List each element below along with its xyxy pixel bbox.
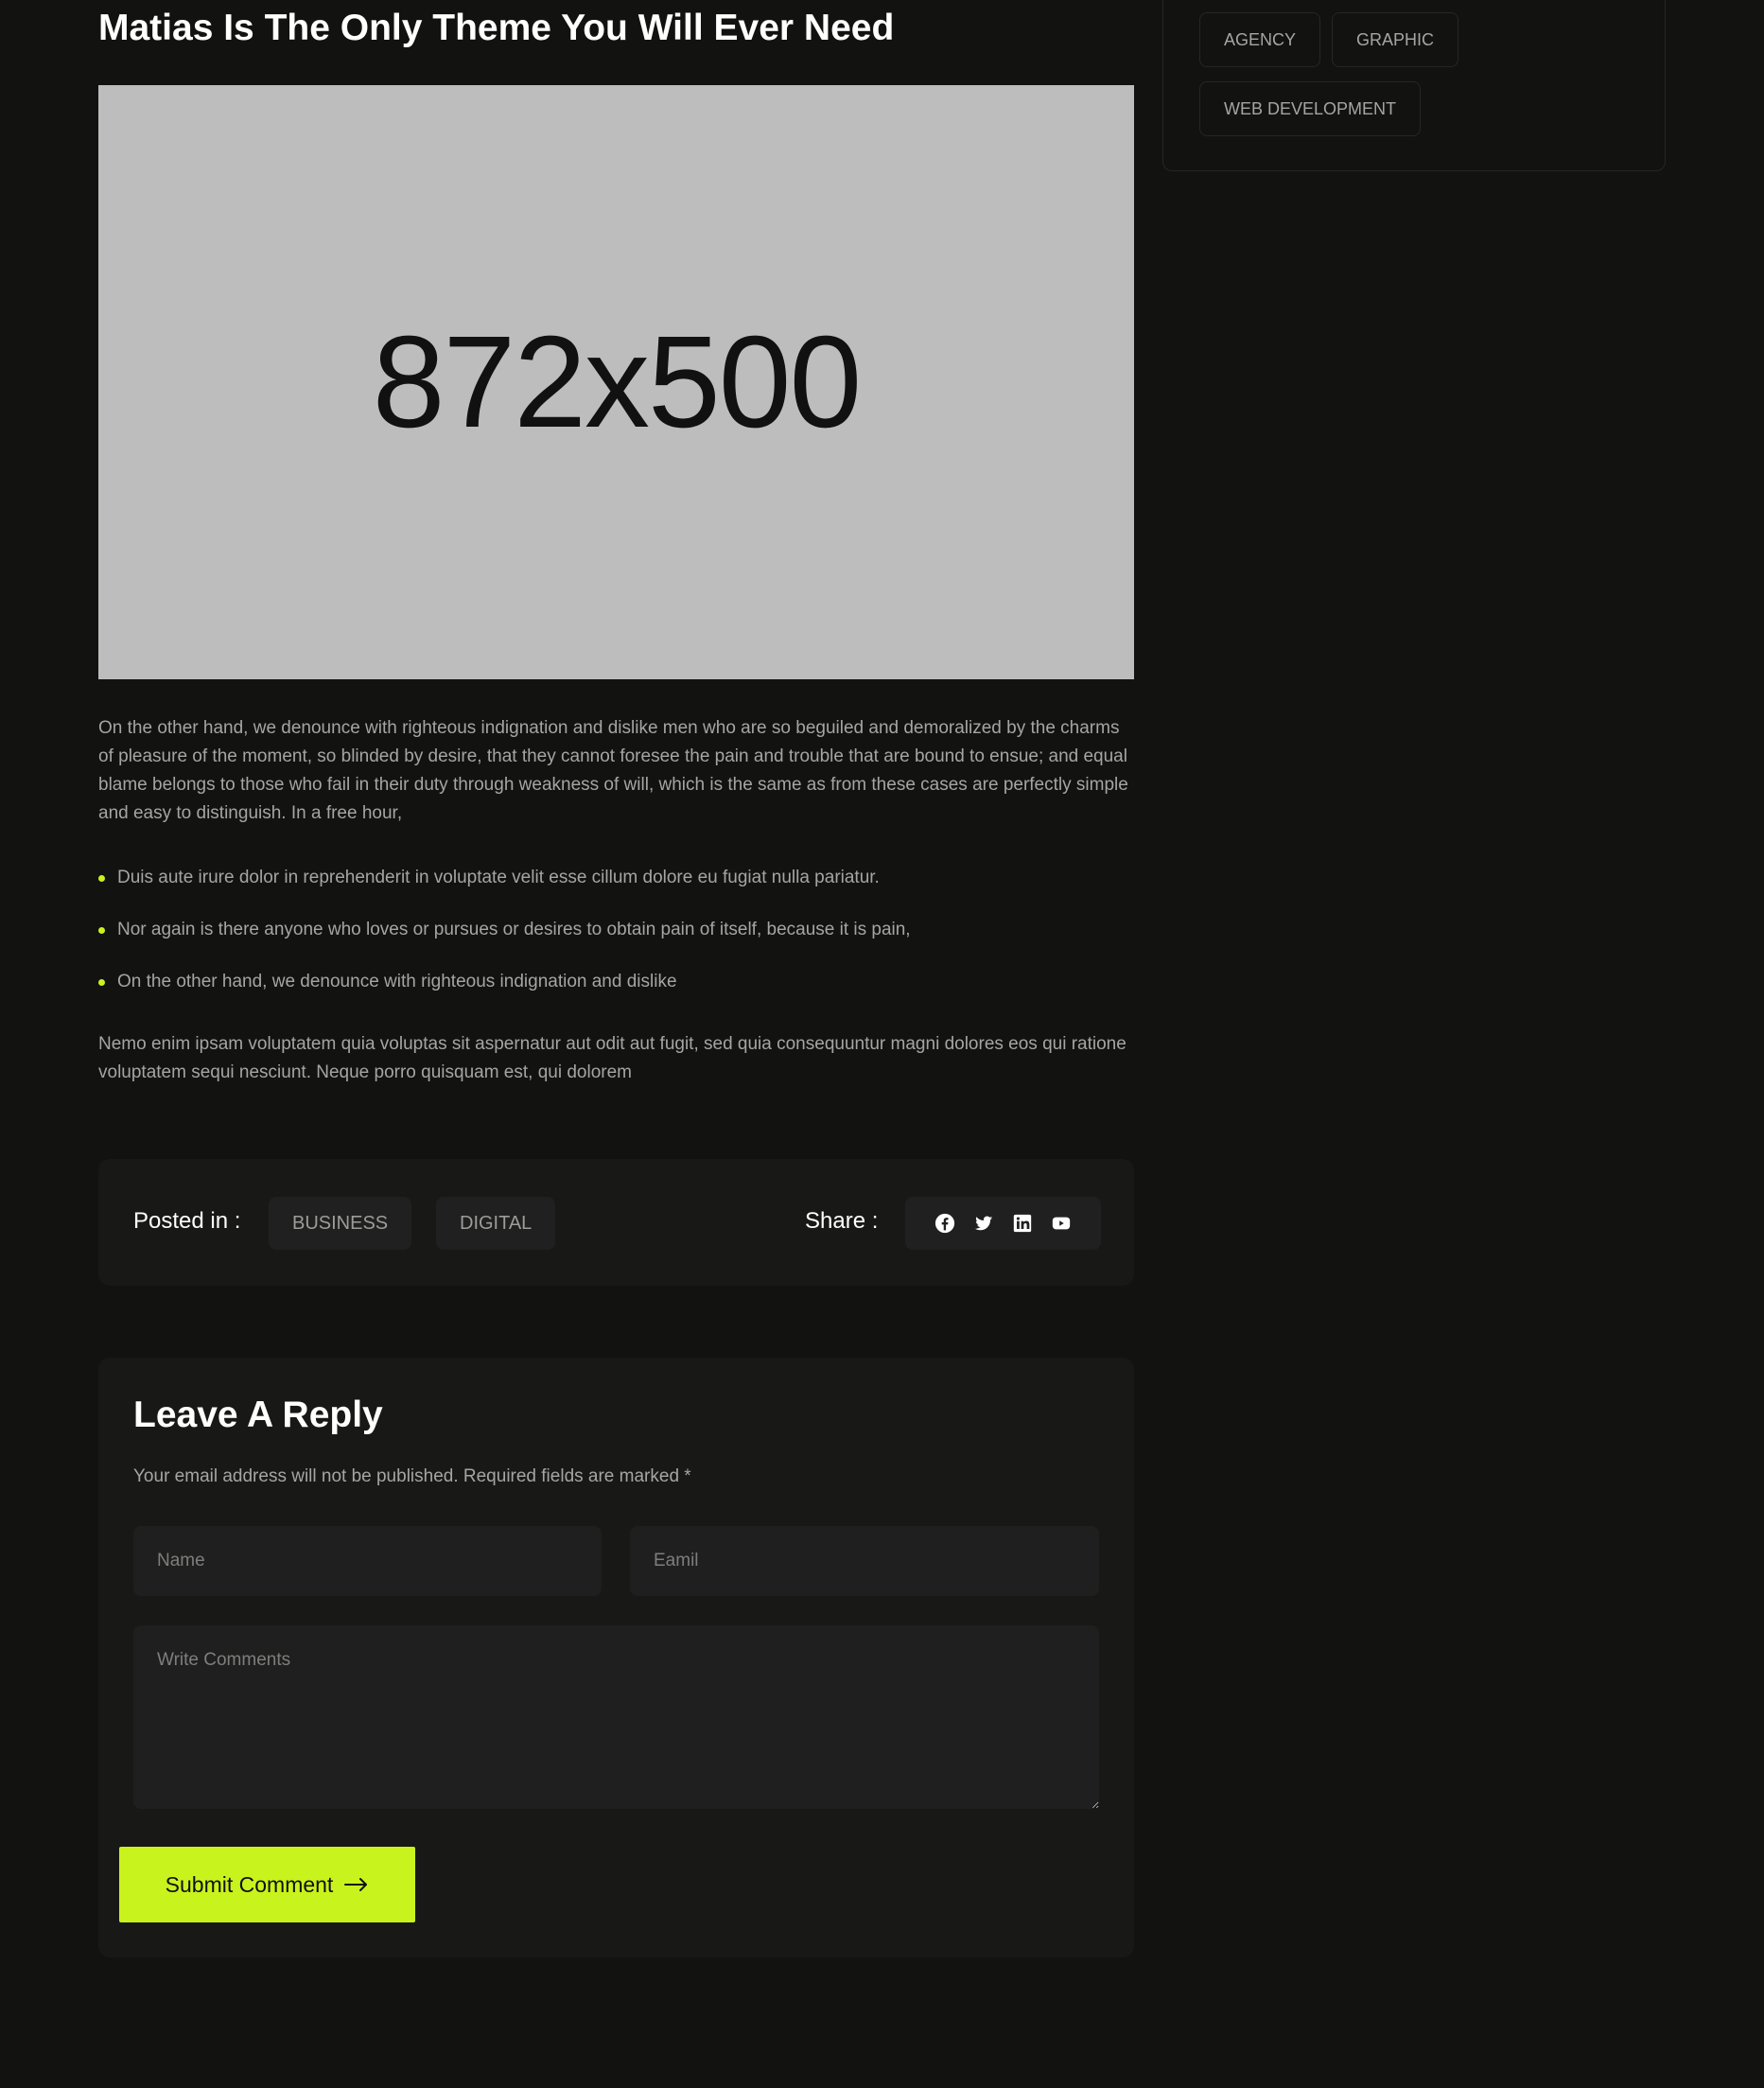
tag-agency[interactable]: AGENCY <box>1199 12 1321 67</box>
sidebar-tag-cloud: AGENCY GRAPHIC WEB DEVELOPMENT <box>1162 0 1666 171</box>
category-tag-digital[interactable]: DIGITAL <box>436 1197 556 1250</box>
image-size-label: 872x500 <box>372 309 862 455</box>
post-meta-bar: Posted in : BUSINESS DIGITAL Share : <box>98 1159 1134 1286</box>
facebook-icon[interactable] <box>934 1213 955 1234</box>
blog-post-page: Matias Is The Only Theme You Will Ever N… <box>0 0 1764 2088</box>
post-bullet-list: Duis aute irure dolor in reprehenderit i… <box>98 864 911 1020</box>
share-icons <box>905 1197 1101 1250</box>
comment-textarea[interactable] <box>133 1625 1099 1809</box>
youtube-icon[interactable] <box>1051 1213 1072 1234</box>
list-item: On the other hand, we denounce with righ… <box>98 968 911 1020</box>
post-title: Matias Is The Only Theme You Will Ever N… <box>98 8 895 48</box>
posted-in-label: Posted in : <box>133 1208 241 1234</box>
submit-comment-label: Submit Comment <box>165 1871 334 1897</box>
name-field[interactable] <box>133 1526 602 1596</box>
share-label: Share : <box>805 1208 879 1234</box>
arrow-right-icon <box>344 1878 368 1891</box>
tag-web-development[interactable]: WEB DEVELOPMENT <box>1199 81 1422 136</box>
reply-note: Your email address will not be published… <box>133 1466 691 1486</box>
post-paragraph-1: On the other hand, we denounce with righ… <box>98 718 1128 823</box>
post-paragraph-2: Nemo enim ipsam voluptatem quia voluptas… <box>98 1034 1127 1082</box>
featured-image-placeholder: 872x500 <box>98 85 1134 679</box>
email-field[interactable] <box>630 1526 1099 1596</box>
comment-form-section: Leave A Reply Your email address will no… <box>98 1358 1134 1957</box>
tag-graphic[interactable]: GRAPHIC <box>1332 12 1459 67</box>
reply-title: Leave A Reply <box>133 1395 383 1435</box>
category-tag-business[interactable]: BUSINESS <box>269 1197 412 1250</box>
twitter-icon[interactable] <box>973 1213 994 1234</box>
list-item: Nor again is there anyone who loves or p… <box>98 916 911 968</box>
list-item: Duis aute irure dolor in reprehenderit i… <box>98 864 911 916</box>
submit-comment-button[interactable]: Submit Comment <box>119 1847 415 1922</box>
linkedin-icon[interactable] <box>1012 1213 1033 1234</box>
